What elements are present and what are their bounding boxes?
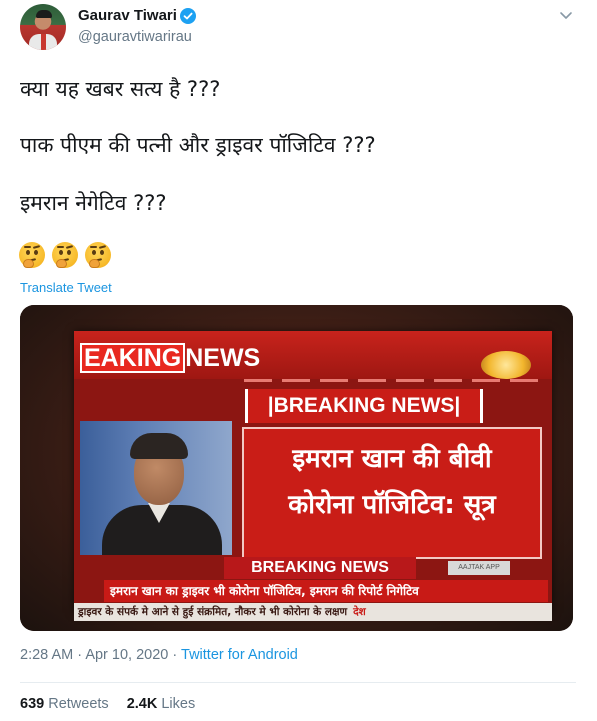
news-headline: इमरान खान की बीवी कोरोना पॉजिटिव: सूत्र: [242, 427, 542, 559]
ticker-heading: BREAKING NEWS: [224, 557, 416, 579]
likes-stat[interactable]: 2.4K Likes: [127, 696, 196, 712]
likes-count: 2.4K: [126, 696, 158, 712]
tweet-stats: 639 Retweets 2.4K Likes: [20, 696, 195, 712]
thinking-face-icon: [19, 242, 45, 268]
tweet-media-image[interactable]: EAKING NEWS |BREAKING NEWS| इमरान खान की …: [20, 305, 573, 631]
separator: ·: [172, 647, 178, 663]
news-ticker: इमरान खान का ड्राइवर भी कोरोना पॉजिटिव, …: [104, 580, 548, 602]
author-name[interactable]: Gaurav Tiwari: [78, 7, 177, 24]
tweet-source-link[interactable]: Twitter for Android: [181, 647, 298, 663]
translate-tweet-link[interactable]: Translate Tweet: [20, 280, 112, 295]
headline-line: इमरान खान की बीवी: [292, 444, 492, 474]
tweet-text-line: क्या यह खबर सत्य है ???: [20, 77, 221, 101]
news-photo: [80, 421, 232, 555]
chevron-down-icon[interactable]: [559, 8, 573, 22]
author-handle[interactable]: @gauravtiwarirau: [78, 29, 192, 45]
tweet-text-line: पाक पीएम की पत्नी और ड्राइवर पॉजिटिव ???: [20, 133, 376, 157]
channel-logo-icon: [481, 351, 531, 379]
headline-line: कोरोना पॉजिटिव: सूत्र: [288, 490, 496, 520]
thinking-face-icon: [52, 242, 78, 268]
thinking-face-icon: [85, 242, 111, 268]
retweets-label: Retweets: [48, 696, 109, 712]
tv-screen: EAKING NEWS |BREAKING NEWS| इमरान खान की …: [74, 331, 552, 621]
tweet-metadata: 2:28 AM · Apr 10, 2020 · Twitter for And…: [20, 647, 298, 663]
news-ticker-secondary: ड्राइवर के संपर्क मे आने से हुई संक्रमित…: [74, 603, 552, 621]
retweets-stat[interactable]: 639 Retweets: [20, 696, 109, 712]
retweets-count: 639: [20, 696, 45, 712]
separator: ·: [77, 647, 83, 663]
avatar[interactable]: [20, 4, 66, 50]
likes-label: Likes: [161, 696, 196, 712]
tweet-text-line: इमरान नेगेटिव ???: [20, 191, 167, 215]
verified-badge-icon: [180, 8, 196, 24]
ticker-source: AAJTAK APP: [448, 561, 510, 575]
tweet-time[interactable]: 2:28 AM: [20, 647, 73, 663]
breaking-news-banner: |BREAKING NEWS|: [245, 389, 483, 423]
divider: [20, 682, 576, 683]
tweet: Gaurav Tiwari @gauravtiwarirau क्या यह ख…: [0, 0, 597, 721]
tweet-date[interactable]: Apr 10, 2020: [85, 647, 168, 663]
channel-brand: EAKING NEWS: [80, 343, 260, 373]
